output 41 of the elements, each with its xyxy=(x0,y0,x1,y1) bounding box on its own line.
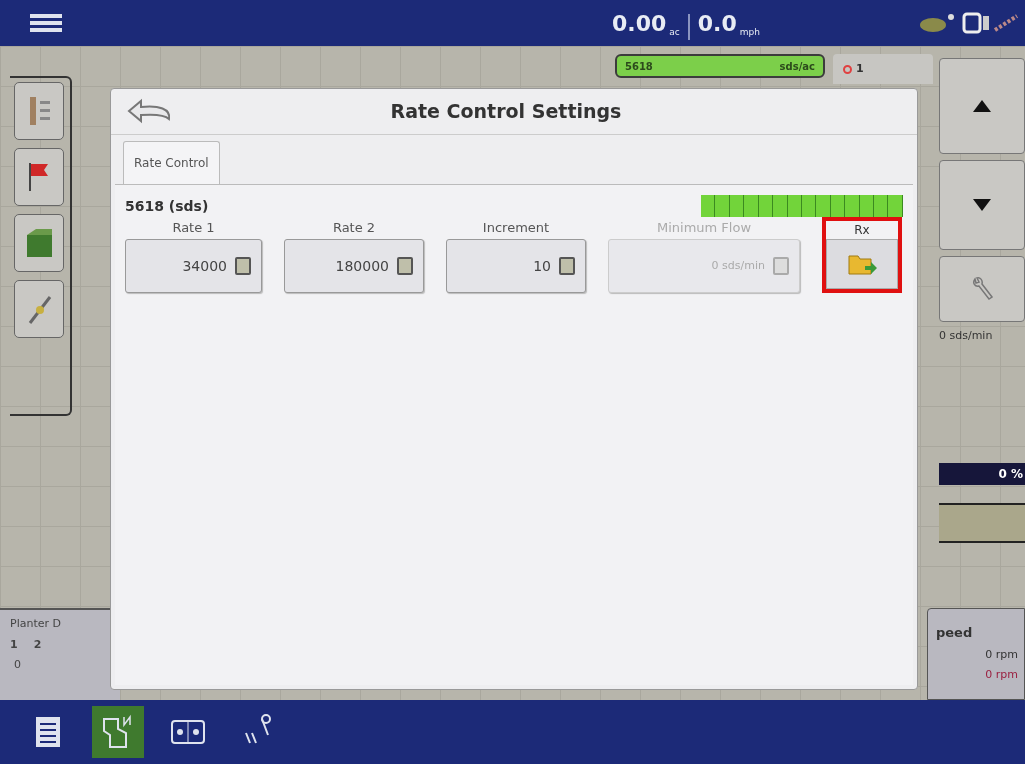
field-label: Minimum Flow xyxy=(655,218,753,237)
menu-icon[interactable] xyxy=(30,13,62,33)
speed-value: 0.0 xyxy=(697,9,737,38)
input-field: 0 sds/min xyxy=(608,239,800,293)
area-value: 0.00 xyxy=(612,9,667,38)
section-title: 5618 (sds) xyxy=(125,196,209,216)
field-button[interactable] xyxy=(14,214,64,272)
field-label: Rate 2 xyxy=(331,218,377,237)
input-field[interactable]: 180000 xyxy=(284,239,424,293)
input-field[interactable]: 34000 xyxy=(125,239,262,293)
row-number: 1 xyxy=(10,636,18,653)
wrench-icon xyxy=(971,277,993,301)
rpm-reading: 0 rpm xyxy=(984,646,1018,663)
rpm-reading: 0 rpm xyxy=(984,667,1018,683)
wrench-button[interactable] xyxy=(939,256,1025,322)
prescription-button[interactable] xyxy=(826,239,898,289)
panel-title: Planter D xyxy=(10,616,62,632)
dialog-title: Rate Control Settings xyxy=(389,99,623,125)
row-number: 2 xyxy=(33,636,42,653)
speed-unit: mph xyxy=(739,26,760,39)
settings-tab[interactable]: Rate Control xyxy=(123,141,220,184)
flag-button[interactable] xyxy=(14,148,64,206)
progress-bar: 0 % xyxy=(939,462,1025,485)
down-button[interactable] xyxy=(939,160,1025,250)
rate-reading: 0 sds/min xyxy=(939,328,994,344)
folder-icon xyxy=(847,252,877,276)
up-button[interactable] xyxy=(939,58,1025,154)
tool-button[interactable] xyxy=(14,280,64,338)
up-arrow-icon xyxy=(973,100,991,112)
panel-value: 0 xyxy=(14,657,22,673)
field-label: Increment xyxy=(481,218,551,237)
down-arrow-icon xyxy=(973,199,991,211)
panel-title: peed xyxy=(936,624,974,642)
map-button[interactable] xyxy=(92,706,144,758)
bars-button[interactable] xyxy=(14,82,64,140)
input-field[interactable]: 10 xyxy=(446,239,586,293)
area-unit: ac xyxy=(669,26,680,39)
product-rate-tag[interactable]: 5618 sds/ac xyxy=(615,54,825,78)
alarm-tab[interactable]: 1 xyxy=(833,54,933,84)
field-label: Rate 1 xyxy=(171,218,216,237)
field-label: Rx xyxy=(853,222,871,239)
